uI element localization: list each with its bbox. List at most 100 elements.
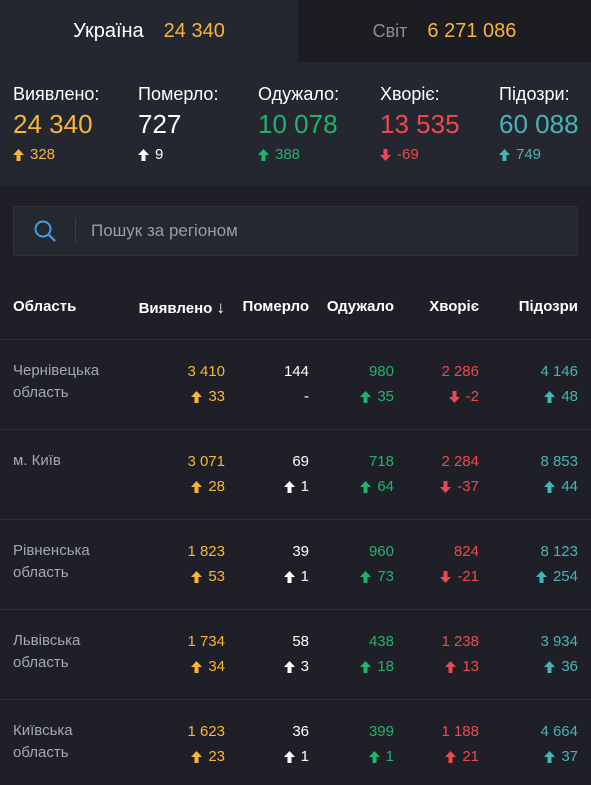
cell-detected: 1 823 53 [187,542,225,587]
stat-delta: 749 [499,146,579,163]
suspected-value: 4 146 [540,363,578,380]
stat-value: 60 088 [499,109,579,139]
cell-died: 36 1 [283,722,309,767]
sick-delta-value: 21 [462,748,479,765]
arrow-up-icon [368,751,380,763]
region-name: Чернівецька область [13,360,133,404]
detected-delta-value: 23 [208,748,225,765]
recovered-delta: 73 [360,567,394,587]
region-name: Львівська область [13,630,133,674]
header-died[interactable]: Померло [243,298,309,315]
cell-detected: 3 410 33 [187,362,225,407]
table-row[interactable]: Київська область 1 623 23 36 1 399 1 1 188 21 4 66… [0,699,591,785]
stat-delta-value: 749 [516,146,542,163]
arrow-up-icon [360,391,372,403]
table-row[interactable]: м. Київ 3 071 28 69 1 718 64 2 284 -37 8 853 44 [0,429,591,519]
arrow-up-icon [360,571,372,583]
died-delta: 1 [283,567,309,587]
search-icon [34,220,56,242]
recovered-value: 960 [368,543,394,560]
detected-value: 1 623 [187,723,225,740]
stat-delta-value: 9 [155,146,164,163]
died-delta: 3 [283,657,309,677]
arrow-up-icon [13,148,24,161]
died-value: 36 [292,723,309,740]
table-row[interactable]: Рівненська область 1 823 53 39 1 960 73 824 -21 8 … [0,519,591,609]
header-suspected[interactable]: Підозри [519,298,578,315]
table-row[interactable]: Чернівецька область 3 410 33 144-980 35 2 286-… [0,339,591,429]
detected-delta-value: 34 [208,658,225,675]
stat-delta: 328 [13,146,99,163]
detected-delta: 28 [187,477,225,497]
stat-died: Померло: 727 9 [138,84,218,163]
arrow-up-icon [191,391,203,403]
cell-died: 39 1 [283,542,309,587]
arrow-up-icon [544,661,556,673]
cell-recovered: 438 18 [360,632,394,677]
region-name-line: Чернівецька [13,362,100,379]
died-delta-value: - [304,388,309,405]
header-recovered[interactable]: Одужало [327,298,394,315]
recovered-value: 438 [368,633,394,650]
cell-sick: 824 -21 [440,542,479,587]
died-delta: 1 [283,477,309,497]
table-row[interactable]: Львівська область 1 734 34 58 3 438 18 1 238 13 3 … [0,609,591,699]
sick-value: 1 188 [441,723,479,740]
arrow-up-icon [535,571,547,583]
suspected-delta-value: 37 [561,748,578,765]
sick-delta: 21 [441,747,479,767]
sick-delta-value: -37 [457,478,479,495]
recovered-value: 980 [368,363,394,380]
recovered-delta-value: 64 [377,478,394,495]
died-delta: - [284,387,309,407]
suspected-delta: 37 [540,747,578,767]
sick-delta-value: -2 [465,388,479,405]
detected-delta-value: 33 [208,388,225,405]
arrow-up-icon [191,661,203,673]
region-name-line: область [13,564,69,581]
stat-recovered: Одужало: 10 078 388 [258,84,339,163]
stat-value: 24 340 [13,109,93,139]
search-input[interactable] [76,221,577,241]
detected-value: 3 410 [187,363,225,380]
header-sick[interactable]: Хворіє [429,298,479,315]
suspected-delta-value: 44 [561,478,578,495]
arrow-up-icon [544,481,556,493]
stat-delta: 9 [138,146,218,163]
recovered-delta-value: 18 [377,658,394,675]
sick-delta: -37 [440,477,479,497]
suspected-delta-value: 36 [561,658,578,675]
regions-panel: Область Виявлено ↓ Померло Одужало Хворі… [0,186,591,785]
table-body: Чернівецька область 3 410 33 144-980 35 2 286-… [0,339,591,785]
arrow-up-icon [283,571,295,583]
cell-died: 144 - [284,362,309,407]
recovered-delta-value: 1 [385,748,394,765]
suspected-value: 8 853 [540,453,578,470]
region-name-line: м. Київ [13,452,61,469]
cell-sick: 2 284 -37 [440,452,479,497]
region-name-line: Рівненська [13,542,90,559]
stat-value: 10 078 [258,109,338,139]
search-button[interactable] [14,218,76,244]
cell-suspected: 8 123 254 [535,542,578,587]
detected-delta: 33 [187,387,225,407]
suspected-value: 3 934 [540,633,578,650]
tab-ukraine[interactable]: Україна 24 340 [0,0,298,62]
region-name-line: область [13,654,69,671]
stat-label: Померло: [138,84,219,104]
region-name: Київська область [13,720,133,764]
stat-delta-value: 388 [275,146,301,163]
arrow-up-icon [283,751,295,763]
stat-delta-value: 328 [30,146,56,163]
header-region[interactable]: Область [13,298,76,315]
stat-label: Виявлено: [13,84,100,104]
country-tabs: Україна 24 340 Світ 6 271 086 [0,0,591,62]
died-delta-value: 3 [300,658,309,675]
region-name-line: область [13,744,69,761]
tab-world[interactable]: Світ 6 271 086 [298,0,591,62]
region-name-line: Львівська [13,632,81,649]
cell-sick: 2 286 -2 [441,362,479,407]
recovered-delta: 1 [368,747,394,767]
sick-value: 2 284 [441,453,479,470]
header-detected[interactable]: Виявлено ↓ [139,298,225,318]
